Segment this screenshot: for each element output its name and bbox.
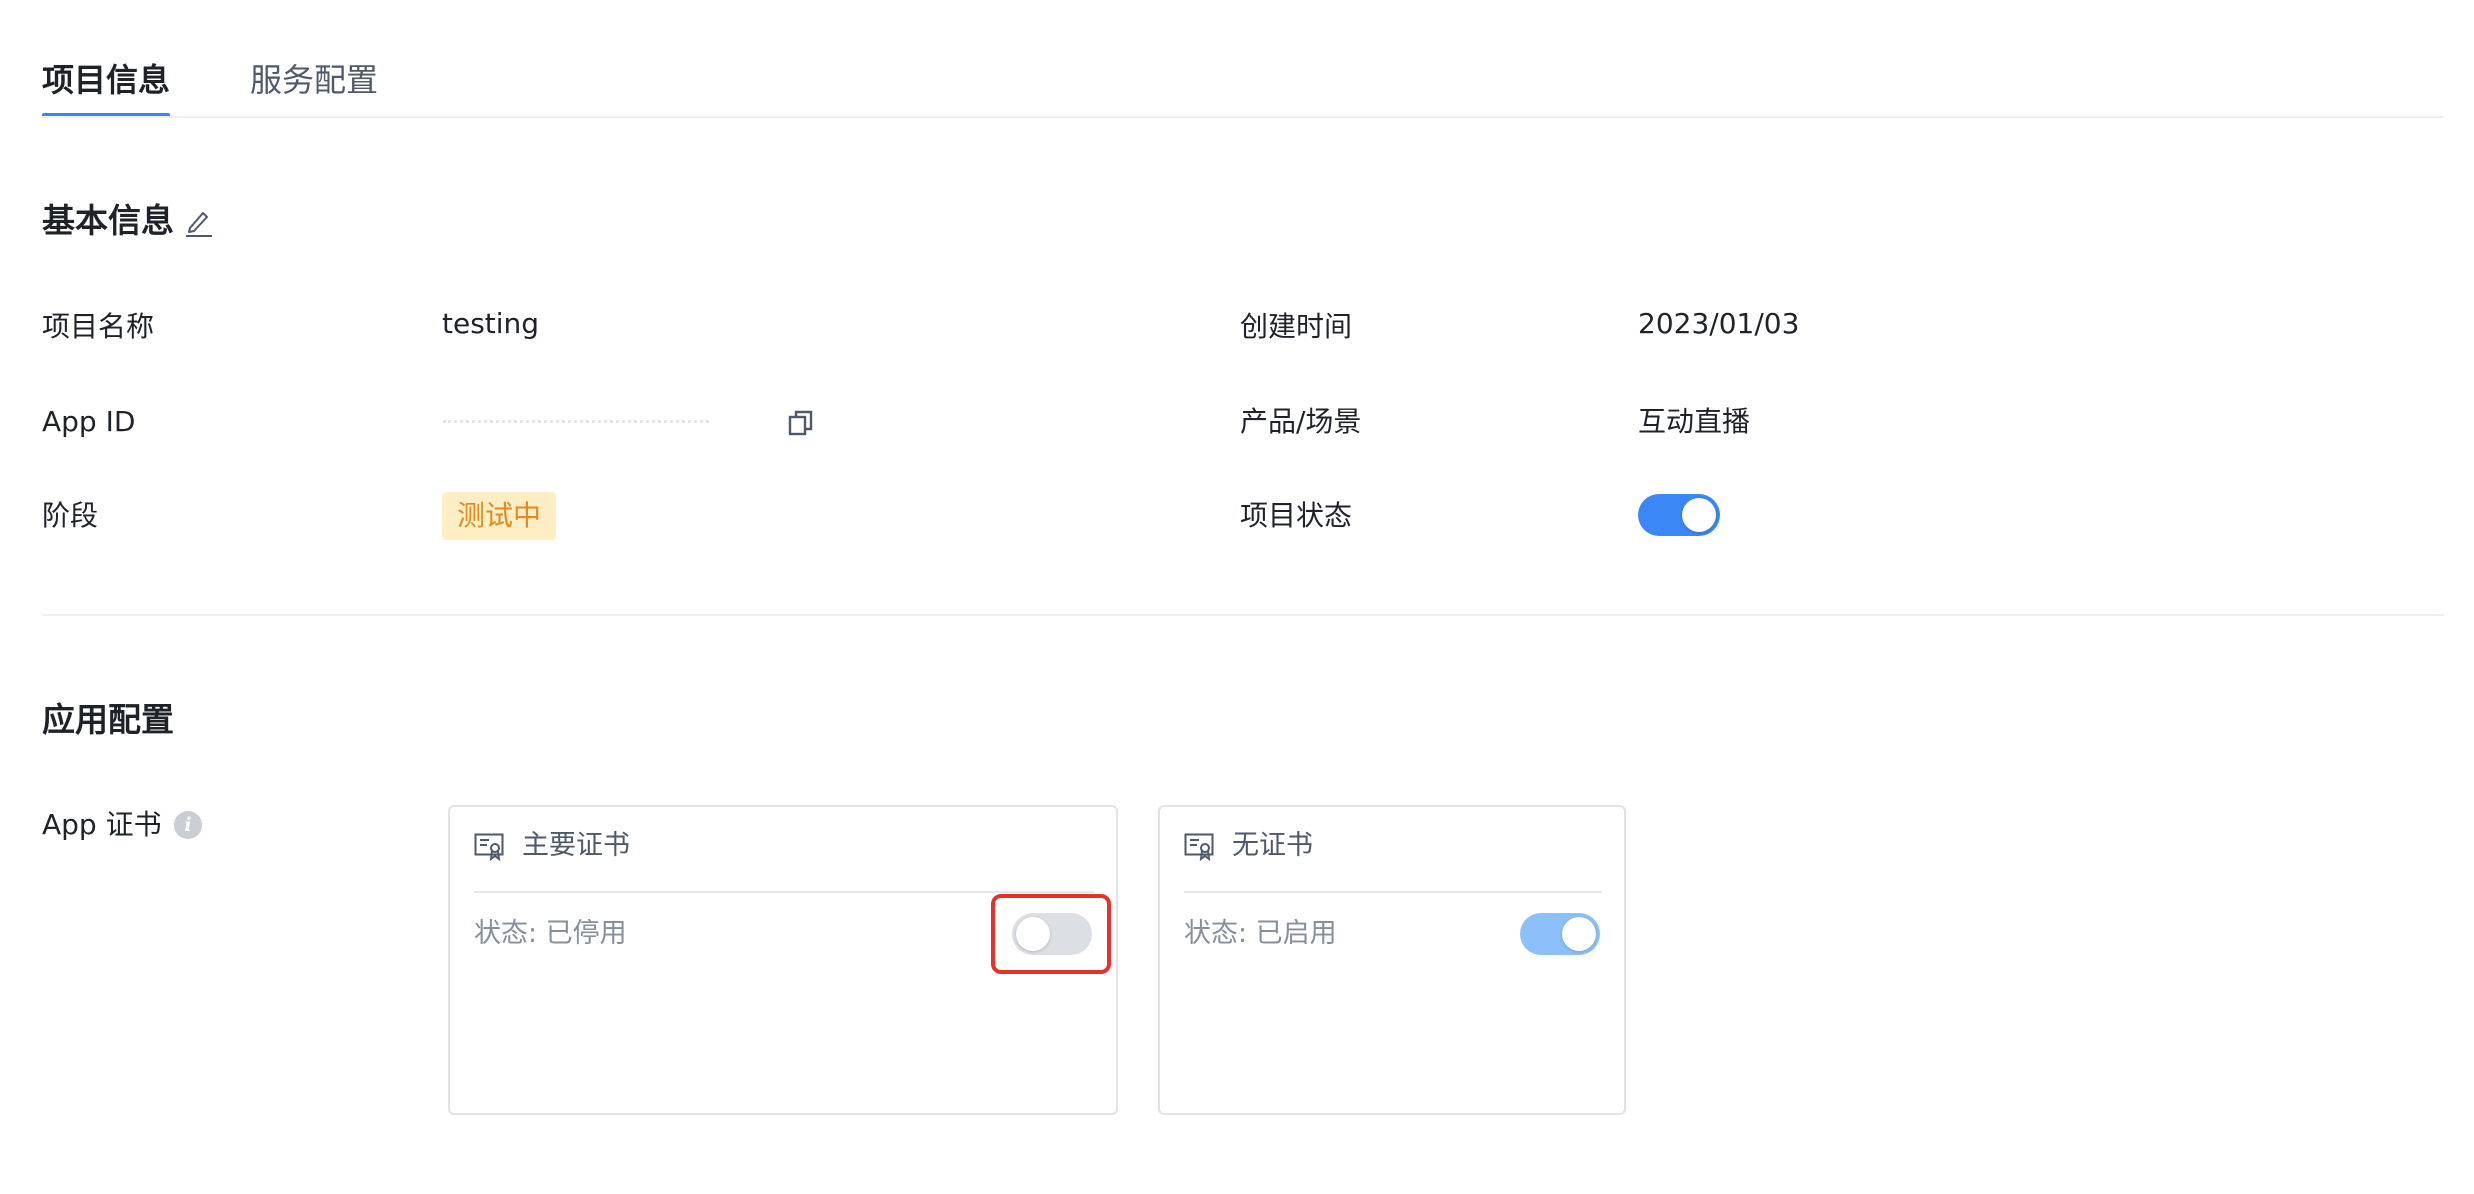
created-time-label: 创建时间 [1240, 310, 1353, 343]
toggle-knob [1562, 917, 1596, 951]
section-divider [42, 614, 2444, 616]
tab-project-info[interactable]: 项目信息 [42, 58, 170, 102]
primary-cert-status: 状态: 已停用 [474, 918, 627, 949]
highlight-box [991, 894, 1111, 974]
stage-badge: 测试中 [442, 492, 557, 540]
card-divider [474, 891, 1094, 893]
project-status-toggle[interactable] [1638, 494, 1720, 536]
app-cert-label: App 证书 [42, 808, 162, 841]
product-scene-value: 互动直播 [1638, 405, 1751, 438]
app-id-masked-value [443, 420, 709, 423]
project-name-label: 项目名称 [42, 310, 155, 343]
card-divider [1184, 891, 1602, 893]
tab-bar-divider [42, 116, 2444, 118]
primary-cert-title: 主要证书 [522, 830, 630, 861]
app-id-label: App ID [42, 405, 136, 438]
toggle-knob [1682, 498, 1716, 532]
no-cert-status: 状态: 已启用 [1184, 918, 1337, 949]
pencil-icon[interactable] [184, 206, 214, 238]
copy-icon[interactable] [787, 408, 815, 438]
certificate-icon [1184, 833, 1214, 862]
project-name-value: testing [442, 307, 540, 340]
info-icon[interactable]: i [174, 811, 202, 839]
product-scene-label: 产品/场景 [1240, 405, 1362, 438]
app-config-title: 应用配置 [42, 700, 174, 739]
created-time-value: 2023/01/03 [1638, 307, 1800, 340]
no-cert-title: 无证书 [1232, 830, 1313, 861]
certificate-icon [474, 833, 504, 862]
no-cert-card: 无证书 状态: 已启用 [1158, 805, 1626, 1115]
no-cert-toggle[interactable] [1520, 913, 1600, 955]
project-status-label: 项目状态 [1240, 499, 1353, 532]
tab-service-config[interactable]: 服务配置 [250, 58, 378, 102]
basic-info-title: 基本信息 [42, 201, 174, 240]
stage-label: 阶段 [42, 499, 99, 532]
